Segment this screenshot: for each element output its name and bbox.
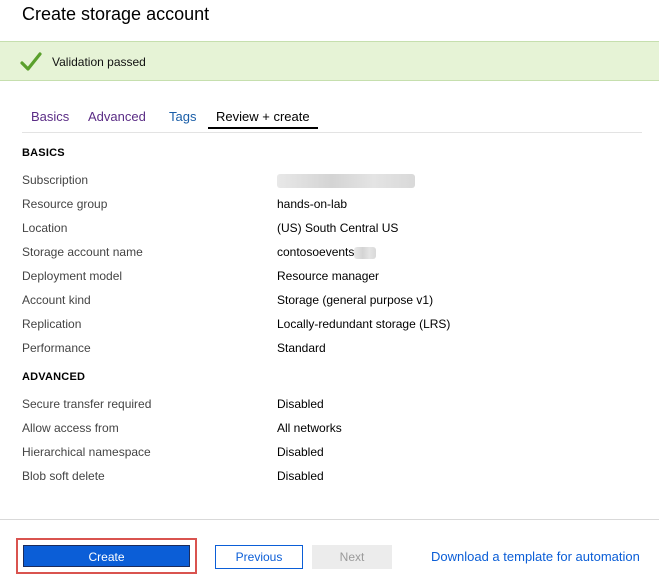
checkmark-icon [20, 52, 42, 71]
row-value-text: contosoevents [277, 245, 355, 259]
row-label: Storage account name [22, 245, 143, 259]
tab-basics[interactable]: Basics [31, 109, 69, 124]
validation-banner: Validation passed [0, 41, 659, 81]
row-value: hands-on-lab [277, 197, 348, 211]
row-label: Resource group [22, 197, 108, 211]
row-label: Replication [22, 317, 82, 331]
row-value: Locally-redundant storage (LRS) [277, 317, 451, 331]
summary-row: Hierarchical namespace Disabled [22, 442, 642, 462]
tab-review-create-label: Review + create [216, 109, 310, 124]
summary-row: Secure transfer required Disabled [22, 394, 642, 414]
row-value: Disabled [277, 469, 324, 483]
footer-divider [0, 519, 659, 520]
row-value: Disabled [277, 445, 324, 459]
row-value: Storage (general purpose v1) [277, 293, 434, 307]
row-label: Location [22, 221, 68, 235]
row-label: Account kind [22, 293, 91, 307]
row-value: Disabled [277, 397, 324, 411]
summary-row: Resource group hands-on-lab [22, 194, 642, 214]
summary-row: Deployment model Resource manager [22, 266, 642, 286]
summary-row: Storage account name contosoevents [22, 242, 642, 262]
next-button: Next [312, 545, 392, 569]
create-button-highlight: Create [16, 538, 197, 574]
redacted-value [277, 173, 415, 188]
row-label: Subscription [22, 173, 89, 187]
row-label: Hierarchical namespace [22, 445, 151, 459]
tab-tags[interactable]: Tags [169, 109, 196, 124]
page-title: Create storage account [22, 4, 210, 24]
row-value: Standard [277, 341, 326, 355]
summary-row: Allow access from All networks [22, 418, 642, 438]
row-label: Blob soft delete [22, 469, 105, 483]
row-label: Performance [22, 341, 91, 355]
tab-review-create[interactable]: Review + create [208, 109, 318, 129]
row-label: Allow access from [22, 421, 119, 435]
validation-text: Validation passed [52, 55, 146, 69]
download-template-link[interactable]: Download a template for automation [431, 549, 640, 564]
section-heading-advanced: ADVANCED [22, 371, 86, 383]
row-value: Resource manager [277, 269, 380, 283]
active-tab-indicator [208, 127, 318, 129]
summary-row: Blob soft delete Disabled [22, 466, 642, 486]
row-value: All networks [277, 421, 342, 435]
redacted-value [354, 246, 377, 259]
summary-row: Performance Standard [22, 338, 642, 358]
row-label: Secure transfer required [22, 397, 152, 411]
tab-baseline [22, 132, 642, 133]
section-heading-basics: BASICS [22, 147, 65, 159]
tab-advanced[interactable]: Advanced [88, 109, 146, 124]
row-value [277, 173, 415, 188]
summary-row: Location (US) South Central US [22, 218, 642, 238]
row-value: contosoevents [277, 245, 377, 259]
summary-row: Account kind Storage (general purpose v1… [22, 290, 642, 310]
row-label: Deployment model [22, 269, 123, 283]
create-button[interactable]: Create [23, 545, 190, 567]
previous-button[interactable]: Previous [215, 545, 303, 569]
row-value: (US) South Central US [277, 221, 399, 235]
summary-row: Subscription [22, 170, 642, 190]
tab-bar: Basics Advanced Tags Review + create [22, 106, 642, 133]
summary-row: Replication Locally-redundant storage (L… [22, 314, 642, 334]
